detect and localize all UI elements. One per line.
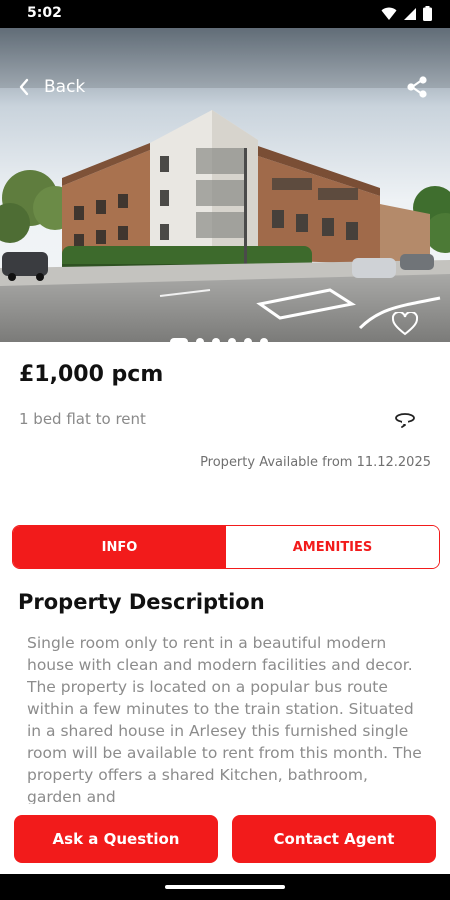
status-icons xyxy=(381,6,432,21)
availability-date: Property Available from 11.12.2025 xyxy=(200,455,431,470)
listing-price: £1,000 pcm xyxy=(19,362,164,387)
favorite-button[interactable] xyxy=(391,310,419,340)
gallery-pagination xyxy=(170,338,268,342)
back-label: Back xyxy=(44,77,86,97)
system-nav-bar xyxy=(0,874,450,900)
360-view-icon xyxy=(395,413,415,428)
gallery-dot-5[interactable] xyxy=(244,338,252,342)
status-bar: 5:02 xyxy=(0,0,450,28)
apartment-building-photo xyxy=(0,28,450,342)
property-gallery[interactable]: Back xyxy=(0,28,450,342)
virtual-tour-button[interactable] xyxy=(394,410,416,432)
status-time: 5:02 xyxy=(27,5,62,21)
ask-question-button[interactable]: Ask a Question xyxy=(14,815,218,863)
back-button[interactable]: Back xyxy=(18,77,85,97)
contact-agent-button[interactable]: Contact Agent xyxy=(232,815,436,863)
gallery-dot-3[interactable] xyxy=(212,338,220,342)
action-bar: Ask a Question Contact Agent xyxy=(0,804,450,874)
tab-amenities[interactable]: AMENITIES xyxy=(226,526,439,568)
share-button[interactable] xyxy=(406,75,428,103)
heart-outline-icon xyxy=(391,310,419,336)
gallery-dot-2[interactable] xyxy=(196,338,204,342)
share-icon xyxy=(407,76,427,98)
wifi-icon xyxy=(381,7,397,20)
listing-subtitle: 1 bed flat to rent xyxy=(19,410,146,428)
property-description: Single room only to rent in a beautiful … xyxy=(27,634,422,806)
chevron-left-icon xyxy=(19,78,29,96)
signal-icon xyxy=(404,7,416,20)
gallery-dot-1[interactable] xyxy=(170,338,188,342)
battery-icon xyxy=(423,6,432,21)
gallery-dot-6[interactable] xyxy=(260,338,268,342)
section-title: Property Description xyxy=(18,590,265,614)
tab-info[interactable]: INFO xyxy=(13,526,226,568)
info-tabs: INFO AMENITIES xyxy=(12,525,440,569)
gallery-dot-4[interactable] xyxy=(228,338,236,342)
home-gesture-handle[interactable] xyxy=(165,885,285,889)
